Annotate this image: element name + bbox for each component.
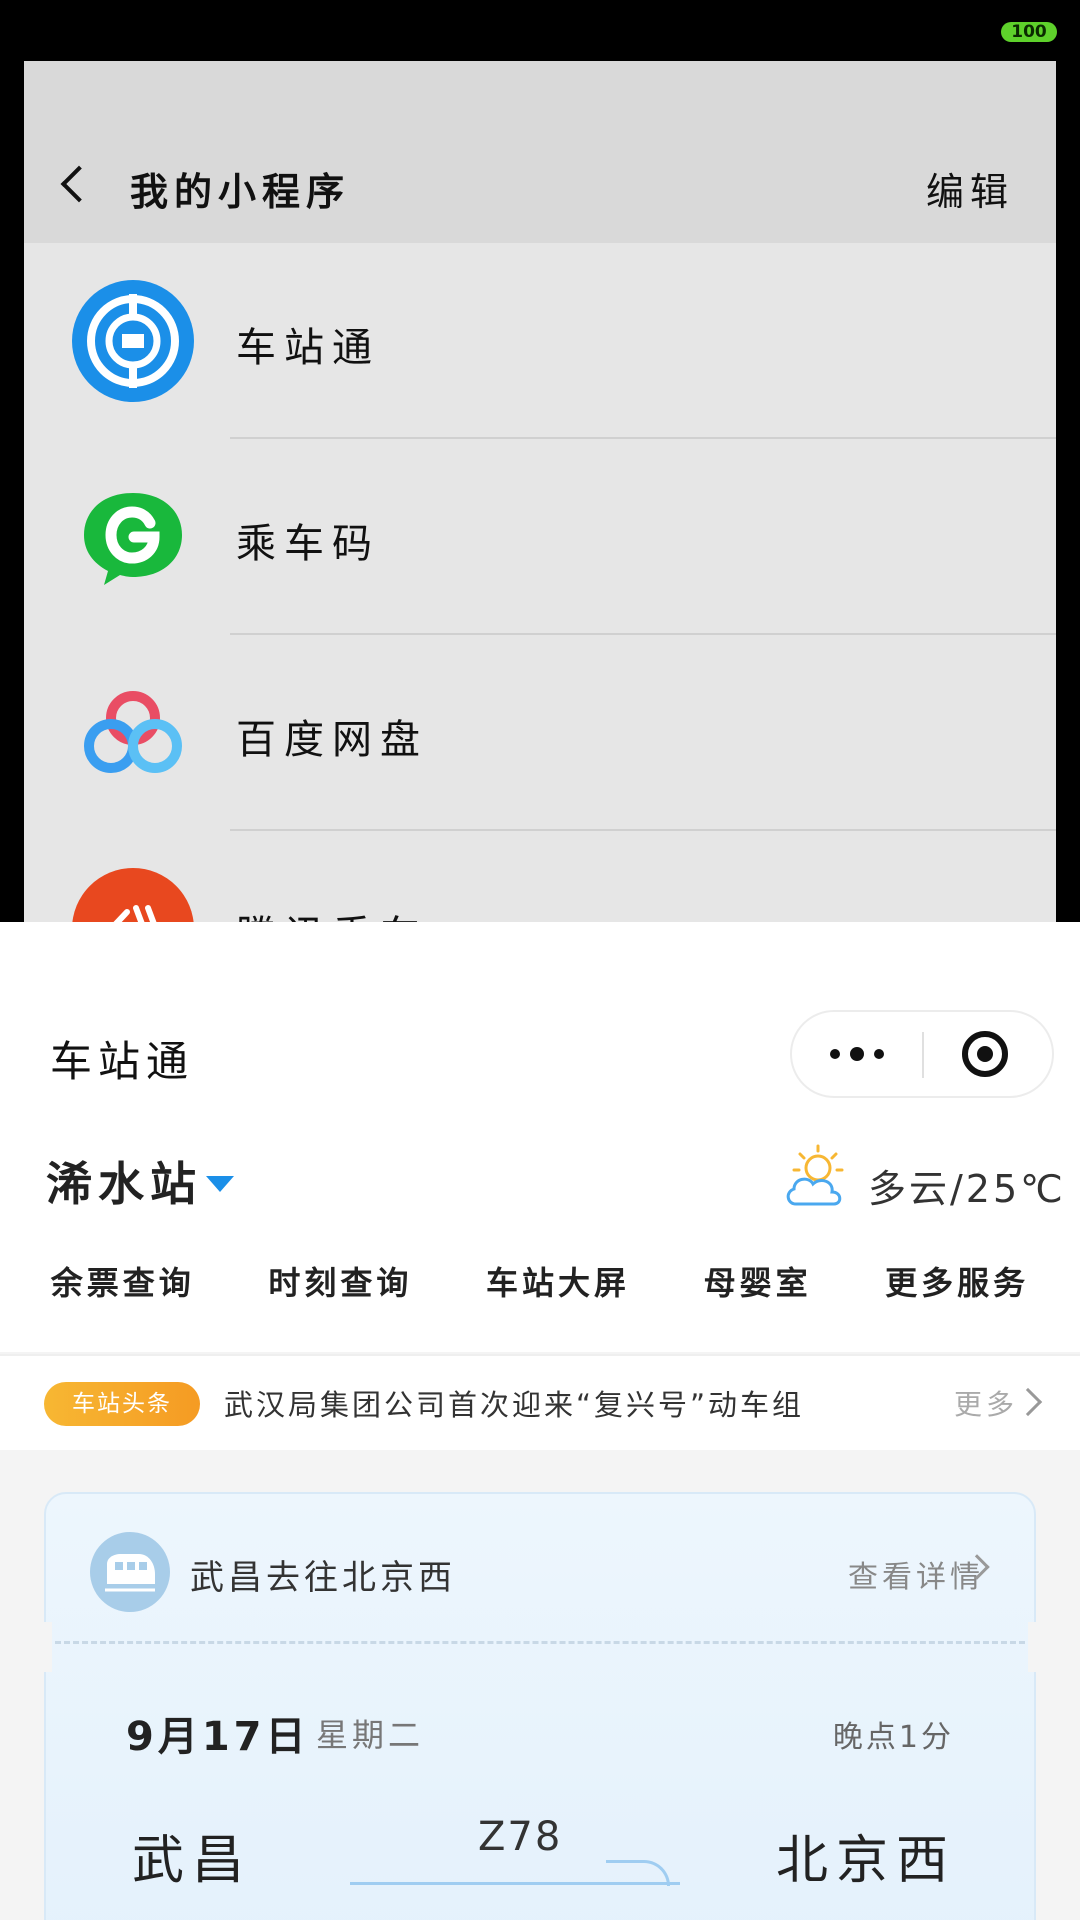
service-nursing-room[interactable]: 母婴室 — [704, 1258, 812, 1304]
trip-card[interactable]: 武昌去往北京西 查看详情 9月17日 星期二 晚点1分 武昌 Z78 北京西 — [36, 1492, 1044, 1920]
route-line-curve — [606, 1860, 670, 1886]
page-title: 我的小程序 — [130, 170, 351, 214]
mini-program-sheet-backdrop: 100 我的小程序 编辑 车站通 乘车码 百度网盘 — [0, 0, 1080, 922]
trip-card-header: 武昌去往北京西 查看详情 — [46, 1494, 1034, 1644]
list-item[interactable]: 乘车码 — [24, 439, 1056, 635]
list-item-label: 腾讯乘车 — [236, 903, 428, 922]
list-item[interactable]: 腾讯乘车 — [24, 831, 1056, 922]
service-station-screen[interactable]: 车站大屏 — [486, 1258, 630, 1304]
dot-icon — [830, 1049, 840, 1059]
battery-indicator: 100 — [1001, 22, 1057, 42]
back-arrow-icon — [60, 165, 98, 203]
capsule-menu — [790, 1010, 1054, 1098]
sheet-header: 我的小程序 编辑 — [24, 61, 1056, 243]
close-target-icon[interactable] — [962, 1031, 1008, 1077]
service-more[interactable]: 更多服务 — [885, 1258, 1029, 1304]
ride-code-icon — [72, 476, 194, 598]
station-icon — [72, 280, 194, 402]
mini-program-page: 车站通 浠水站 多云/25℃ 余票查询 时刻查询 车站大屏 母婴室 更多服务 车… — [0, 922, 1080, 1920]
ticket-notch — [1028, 1622, 1044, 1672]
view-details-link[interactable]: 查看详情 — [848, 1552, 984, 1596]
mini-program-sheet: 我的小程序 编辑 车站通 乘车码 百度网盘 — [24, 61, 1056, 922]
list-item-label: 乘车码 — [236, 521, 380, 567]
train-icon — [90, 1532, 170, 1612]
dropdown-arrow-icon[interactable] — [206, 1176, 234, 1192]
chevron-right-icon — [1013, 1387, 1043, 1417]
ticket-notch — [36, 1622, 52, 1672]
trip-route: 武昌去往北京西 — [190, 1558, 456, 1598]
baidu-netdisk-icon — [72, 672, 194, 794]
list-item[interactable]: 百度网盘 — [24, 635, 1056, 831]
dot-icon — [850, 1047, 864, 1061]
service-remaining-tickets[interactable]: 余票查询 — [51, 1258, 195, 1304]
departure-station: 武昌 — [132, 1831, 253, 1891]
list-item-label: 百度网盘 — [236, 717, 428, 763]
list-item[interactable]: 车站通 — [24, 243, 1056, 439]
service-timetable[interactable]: 时刻查询 — [268, 1258, 412, 1304]
news-badge: 车站头条 — [44, 1382, 200, 1426]
bus-app-icon — [72, 868, 194, 922]
station-selector[interactable]: 浠水站 — [46, 1148, 202, 1214]
news-bar[interactable]: 车站头条 武汉局集团公司首次迎来“复兴号”动车组 更多 — [0, 1354, 1080, 1450]
news-more-link[interactable]: 更多 — [954, 1383, 1018, 1423]
back-button[interactable] — [54, 157, 98, 211]
more-options-button[interactable] — [792, 1012, 922, 1096]
list-item-label: 车站通 — [236, 325, 380, 371]
mini-program-list: 车站通 乘车码 百度网盘 — [24, 243, 1056, 922]
partly-cloudy-icon — [786, 1144, 844, 1206]
trip-weekday: 星期二 — [316, 1716, 425, 1754]
weather-text: 多云/25℃ — [868, 1167, 1066, 1211]
news-headline[interactable]: 武汉局集团公司首次迎来“复兴号”动车组 — [224, 1382, 804, 1424]
trip-date: 9月17日 — [126, 1714, 310, 1760]
service-tabs: 余票查询 时刻查询 车站大屏 母婴室 更多服务 — [0, 1258, 1080, 1304]
train-number: Z78 — [478, 1814, 563, 1860]
edit-button[interactable]: 编辑 — [926, 161, 1014, 216]
arrival-station: 北京西 — [775, 1831, 956, 1891]
page-header: 车站通 浠水站 多云/25℃ 余票查询 时刻查询 车站大屏 母婴室 更多服务 — [0, 922, 1080, 1352]
dot-icon — [874, 1049, 884, 1059]
app-title: 车站通 — [50, 1037, 195, 1086]
capsule-divider — [922, 1032, 924, 1078]
delay-status: 晚点1分 — [832, 1720, 954, 1755]
